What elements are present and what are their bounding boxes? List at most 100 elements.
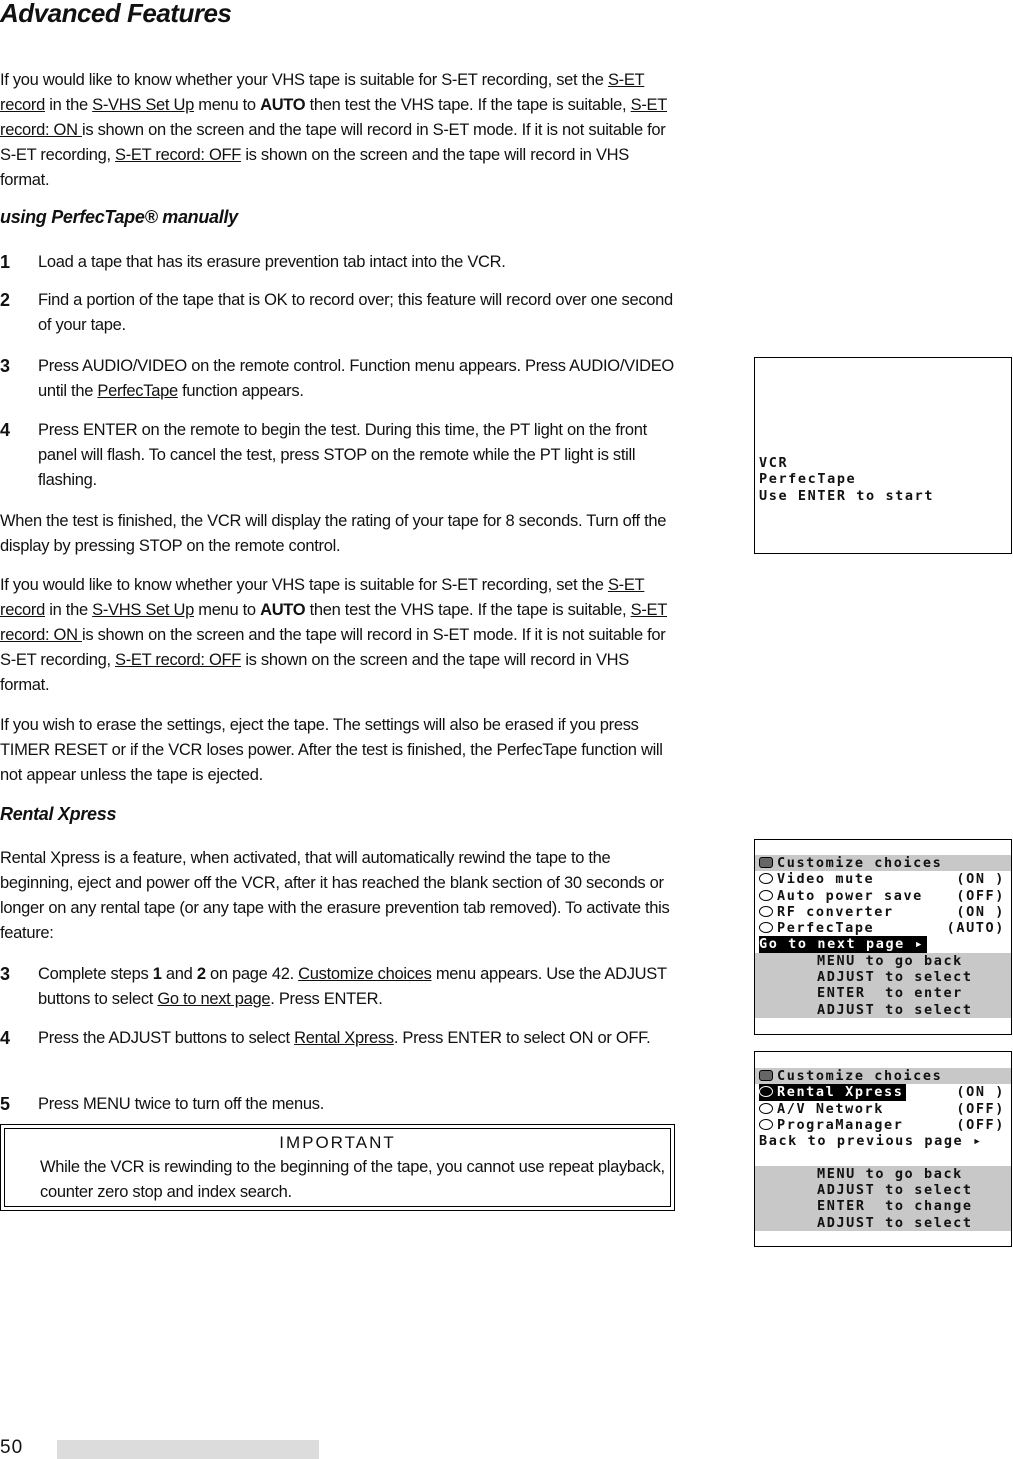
step-text: Load a tape that has its erasure prevent… — [38, 253, 506, 271]
term-rental-xpress: Rental Xpress — [294, 1029, 394, 1047]
paragraph-set-record-repeat: If you would like to know whether your V… — [0, 573, 675, 698]
text: Press the ADJUST buttons to select — [38, 1029, 295, 1047]
menu-item: Auto power save (OFF) — [755, 888, 1011, 904]
step-number: 4 — [0, 1028, 10, 1048]
text: If you would like to know whether your V… — [0, 576, 608, 594]
menu-item: PrograManager (OFF) — [755, 1117, 1011, 1133]
help-line: ADJUST to select — [817, 969, 973, 986]
step-4: 4 Press ENTER on the remote to begin the … — [0, 418, 675, 493]
menu-item: A/V Network (OFF) — [755, 1101, 1011, 1117]
help-line: ADJUST to select — [817, 1182, 973, 1199]
screen-line: Use ENTER to start — [759, 487, 935, 504]
bullet-icon — [759, 873, 773, 885]
tv-screen-customize-page1: Customize choices Video mute (ON ) Auto p… — [754, 839, 1012, 1035]
term-svhs-setup: S-VHS Set Up — [92, 601, 194, 619]
menu-item-label: PrograManager — [777, 1116, 904, 1133]
bullet-icon — [759, 905, 773, 917]
step-number: 5 — [0, 1094, 10, 1114]
bullet-icon — [759, 1102, 773, 1114]
section-heading-rental-xpress: Rental Xpress — [0, 804, 117, 824]
step-2: 2 Find a portion of the tape that is OK t… — [0, 288, 675, 338]
step-text: Complete steps 1 and 2 on page 42. Custo… — [38, 962, 675, 1012]
menu-item-value: (OFF) — [956, 1116, 1005, 1133]
menu-item-value: (ON ) — [956, 871, 1005, 888]
bullet-icon — [759, 1118, 773, 1130]
term-auto: AUTO — [260, 601, 306, 619]
manual-page: Advanced Features If you would like to k… — [0, 0, 1013, 1459]
menu-item-value: (AUTO) — [946, 920, 1005, 937]
step-number: 2 — [0, 290, 10, 310]
term-perfectape: PerfecTape — [97, 382, 178, 400]
help-line: ENTER to change — [817, 1198, 973, 1215]
menu-item-value: (ON ) — [956, 1084, 1005, 1101]
text: If you would like to know whether your V… — [0, 71, 608, 89]
help-line: ENTER to enter — [817, 985, 963, 1002]
section-heading-perfectape: using PerfecTape® manually — [0, 207, 238, 227]
step-number: 3 — [0, 356, 10, 376]
text: in the — [44, 96, 93, 114]
text: Complete steps — [38, 965, 153, 983]
step-number: 4 — [0, 420, 10, 440]
menu-item: Video mute (ON ) — [755, 871, 1011, 887]
menu-title: Customize choices — [777, 855, 943, 871]
term-svhs-setup: S-VHS Set Up — [92, 96, 194, 114]
menu-item: RF converter (ON ) — [755, 904, 1011, 920]
term-auto: AUTO — [260, 96, 306, 114]
menu-item-label: Auto power save — [777, 887, 923, 904]
menu-item-label: PerfecTape — [777, 920, 875, 937]
step-3: 3 Complete steps 1 and 2 on page 42. Cust… — [0, 962, 675, 1012]
tv-screen-perfectape: VCR PerfecTape Use ENTER to start — [754, 357, 1012, 554]
term-record-off: S-ET record: OFF — [115, 651, 242, 669]
text: then test the VHS tape. If the tape is s… — [305, 601, 631, 619]
footer-bar — [57, 1440, 319, 1459]
menu-nav: Back to previous page ▸ — [759, 1133, 983, 1150]
cube-icon — [759, 857, 773, 868]
nav-next-page: Go to next page ▸ — [759, 936, 928, 953]
help-line: ADJUST to select — [817, 1214, 973, 1231]
step-number: 1 — [0, 252, 10, 272]
help-line: ADJUST to select — [817, 1001, 973, 1018]
menu-item-selected: Rental Xpress (ON ) — [755, 1084, 1011, 1101]
step-number: 3 — [0, 964, 10, 984]
step-3: 3 Press AUDIO/VIDEO on the remote control… — [0, 354, 675, 404]
term-customize-choices: Customize choices — [298, 965, 432, 983]
tv-screen-customize-page2: Customize choices Rental Xpress (ON ) A/V… — [754, 1051, 1012, 1247]
menu-header: Customize choices — [755, 1068, 1011, 1085]
paragraph-test-finished: When the test is finished, the VCR will … — [0, 512, 667, 555]
menu-item: PerfecTape (AUTO) — [755, 920, 1011, 936]
menu-item-label: Rental Xpress — [777, 1084, 904, 1101]
step-text: Press MENU twice to turn off the menus. — [38, 1095, 325, 1113]
step-4: 4 Press the ADJUST buttons to select Rent… — [0, 1026, 675, 1051]
help-panel: MENU to go back ADJUST to select ENTER t… — [755, 952, 1011, 1018]
help-panel: MENU to go back ADJUST to select ENTER t… — [755, 1165, 1011, 1231]
menu-header: Customize choices — [755, 855, 1011, 872]
bullet-icon — [759, 1086, 773, 1098]
important-title: IMPORTANT — [279, 1133, 396, 1152]
menu-item-label: Video mute — [777, 871, 875, 888]
menu-title: Customize choices — [777, 1068, 943, 1084]
menu-nav: Go to next page ▸ — [755, 936, 1011, 953]
step-text: Press AUDIO/VIDEO on the remote control.… — [38, 354, 675, 404]
menu-item-label: RF converter — [777, 903, 894, 920]
help-line: MENU to go back — [817, 1165, 963, 1182]
step-text: Press the ADJUST buttons to select Renta… — [38, 1026, 675, 1051]
page-number: 50 — [0, 1437, 24, 1458]
step-text: Press ENTER on the remote to begin the t… — [38, 421, 647, 489]
menu-item-value: (OFF) — [956, 1100, 1005, 1117]
menu-item-value: (ON ) — [956, 903, 1005, 920]
bullet-icon — [759, 922, 773, 934]
paragraph-set-record: If you would like to know whether your V… — [0, 68, 675, 193]
menu-item-value: (OFF) — [956, 887, 1005, 904]
step-5: 5 Press MENU twice to turn off the menus. — [0, 1092, 675, 1117]
step-text: Find a portion of the tape that is OK to… — [38, 291, 673, 334]
screen-line: VCR — [759, 455, 789, 471]
text: menu to — [193, 96, 261, 114]
important-box: IMPORTANT While the VCR is rewinding to … — [0, 1124, 675, 1211]
screen-line: PerfecTape — [759, 471, 857, 488]
text: on page 42. — [205, 965, 299, 983]
page-title: Advanced Features — [0, 0, 232, 28]
text: then test the VHS tape. If the tape is s… — [305, 96, 631, 114]
text: in the — [44, 601, 93, 619]
help-line: MENU to go back — [817, 952, 963, 969]
